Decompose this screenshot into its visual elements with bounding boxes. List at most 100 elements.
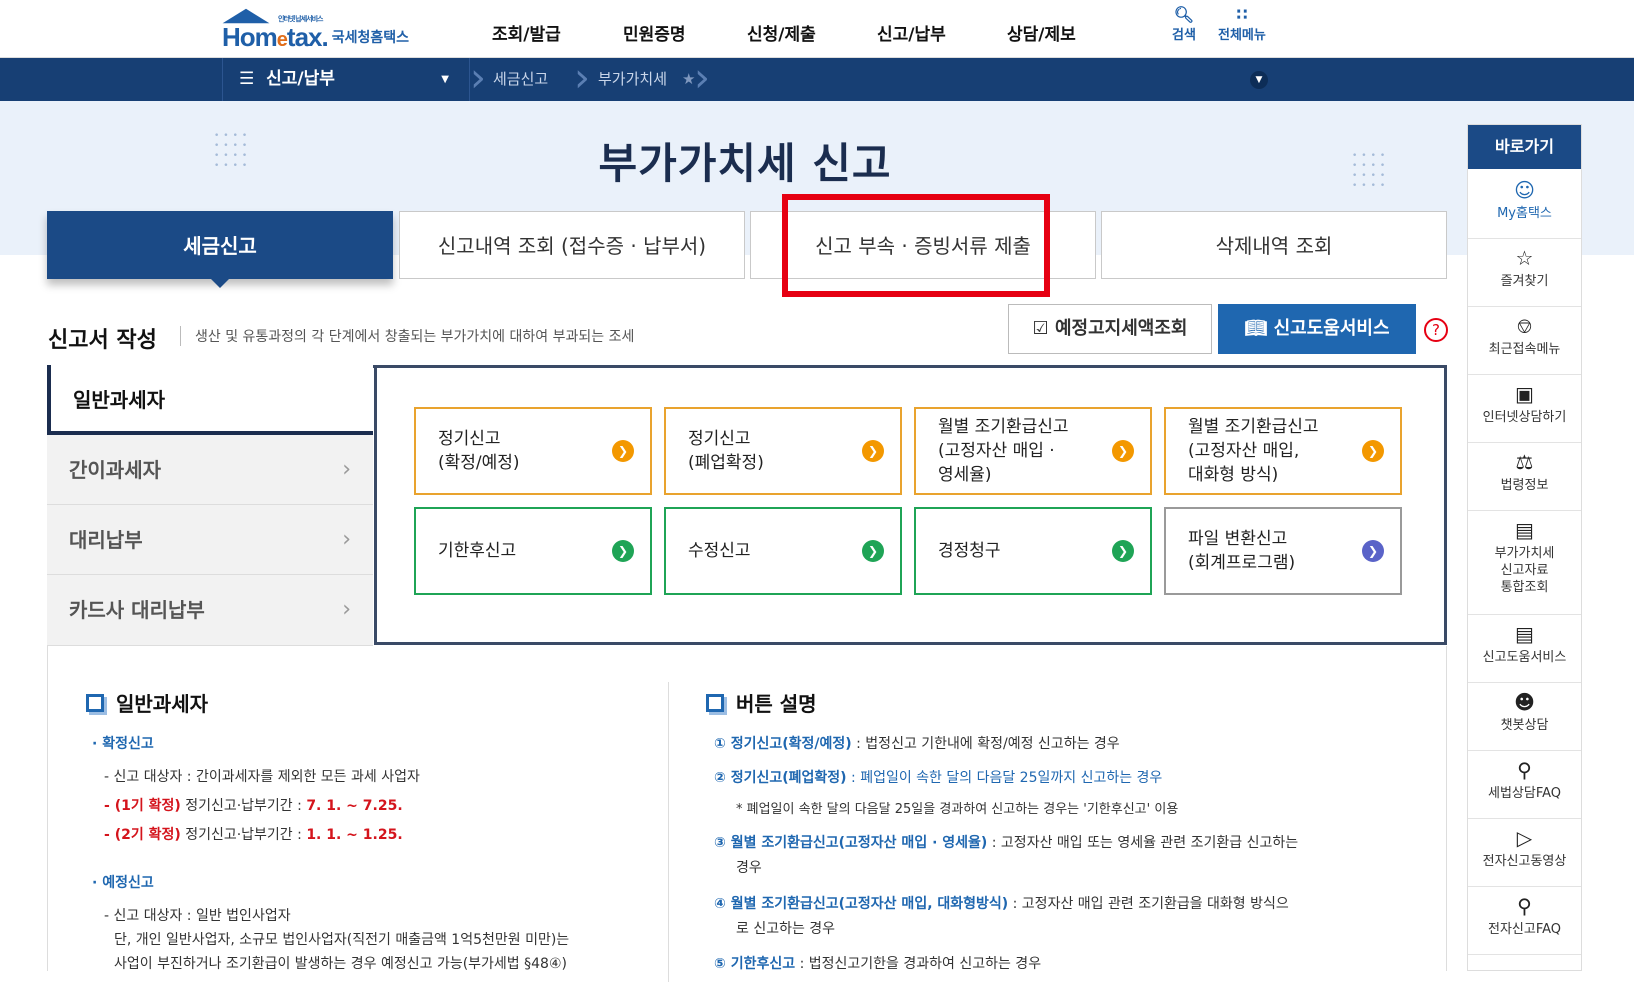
desc-item-2: ② 정기신고(폐업확정) : 폐업일이 속한 달의 다음달 25일까지 신고하는… <box>714 770 1163 786</box>
menu-certificate[interactable]: 민원증명 <box>623 20 686 45</box>
menu-consult[interactable]: 상담/제보 <box>1007 20 1076 45</box>
quick-recent-menu[interactable]: ⎊ 최근접속메뉴 <box>1468 315 1581 375</box>
breadcrumb-separator: › <box>470 55 486 101</box>
quick-tax-faq[interactable]: ⚲ 세법상담FAQ <box>1468 759 1581 819</box>
card-regular-report[interactable]: 정기신고 (확정/예정) ❯ <box>414 407 652 495</box>
quick-online-consult[interactable]: ▣ 인터넷상담하기 <box>1468 383 1581 443</box>
chat-bubble-icon: ⚲ <box>1517 894 1532 918</box>
side-general-taxpayer[interactable]: 일반과세자 <box>47 365 373 435</box>
confirm-target-text: - 신고 대상자 : 간이과세자를 제외한 모든 과세 사업자 <box>104 769 420 785</box>
pre-exception-text-2: 사업이 부진하거나 조기환급이 발생하는 경우 예정신고 가능(부가세법 §48… <box>114 956 567 972</box>
button-description-heading: 버튼 설명 <box>706 688 817 717</box>
quick-chatbot[interactable]: ☻ 챗봇상담 <box>1468 691 1581 751</box>
general-taxpayer-heading: 일반과세자 <box>86 688 208 717</box>
category-dropdown[interactable]: ☰ 신고/납부 ▼ <box>222 58 470 101</box>
breadcrumb-tax-report[interactable]: 세금신고 <box>493 58 548 101</box>
quick-e-report-video[interactable]: ▷ 전자신고동영상 <box>1468 827 1581 887</box>
arrow-right-icon: ❯ <box>612 540 634 562</box>
card-file-conversion[interactable]: 파일 변환신고 (회계프로그램) ❯ <box>1164 507 1402 595</box>
grid-icon: ∷ <box>1236 5 1248 24</box>
desc-item-5: ⑤ 기한후신고 : 법정신고기한을 경과하여 신고하는 경우 <box>714 956 1042 972</box>
arrow-right-icon: ❯ <box>612 440 634 462</box>
play-icon: ▷ <box>1516 826 1533 850</box>
star-icon: ☆ <box>1515 246 1534 270</box>
menu-apply[interactable]: 신청/제출 <box>747 20 816 45</box>
logo-korean-text: 국세청홈택스 <box>331 30 409 46</box>
recent-search-icon: ⎊ <box>1516 314 1533 338</box>
book-open-icon: ▤ <box>1515 622 1534 646</box>
desc-item-3-cont: 경우 <box>736 860 762 876</box>
checkbox-icon: ☑ <box>1032 318 1055 339</box>
dropdown-arrow-icon: ▼ <box>441 74 449 85</box>
desc-item-4-cont: 로 신고하는 경우 <box>736 921 836 937</box>
square-bullet-icon <box>706 693 724 712</box>
tab-deleted-history[interactable]: 삭제내역 조회 <box>1101 211 1447 279</box>
help-icon[interactable]: ? <box>1424 318 1448 342</box>
desc-item-3: ③ 월별 조기환급신고(고정자산 매입 · 영세율) : 고정자산 매입 또는 … <box>714 835 1299 851</box>
card-closure-report[interactable]: 정기신고 (폐업확정) ❯ <box>664 407 902 495</box>
confirm-report-heading: · 확정신고 <box>92 736 154 752</box>
chevron-right-icon: › <box>342 457 351 482</box>
breadcrumb-vat[interactable]: 부가가치세 <box>598 58 667 101</box>
book-icon: ▤ <box>1515 518 1534 542</box>
quick-menu: 바로가기 ☺︎ My홈택스 ☆ 즐겨찾기 ⎊ 최근접속메뉴 ▣ 인터넷상담하기 ⚖ 법령정… <box>1467 124 1582 971</box>
arrow-right-icon: ❯ <box>1112 440 1134 462</box>
card-amended-report[interactable]: 수정신고 ❯ <box>664 507 902 595</box>
chat-bubble-icon: ⚲ <box>1517 758 1532 782</box>
desc-item-4: ④ 월별 조기환급신고(고정자산 매입, 대화형방식) : 고정자산 매입 관련… <box>714 896 1289 912</box>
search-button[interactable]: 🔍︎ 검색 <box>1172 5 1196 44</box>
column-divider <box>668 682 669 982</box>
quick-favorites[interactable]: ☆ 즐겨찾기 <box>1468 247 1581 307</box>
arrow-right-icon: ❯ <box>1362 540 1384 562</box>
all-menu-button[interactable]: ∷ 전체메뉴 <box>1218 5 1266 44</box>
page-title: 부가가치세 신고 <box>598 139 892 188</box>
chevron-right-icon: › <box>342 597 351 622</box>
section-title: 신고서 작성 <box>48 328 157 353</box>
arrow-right-icon: ❯ <box>862 540 884 562</box>
arrow-right-icon: ❯ <box>862 440 884 462</box>
menu-inquiry[interactable]: 조회/발급 <box>492 20 561 45</box>
top-header: Hometax. 인터넷 납세서비스 국세청홈택스 조회/발급 민원증명 신청/제… <box>0 0 1634 58</box>
period-1-text: - (1기 확정) 정기신고·납부기간 : 7. 1. ~ 7.25. <box>104 798 403 814</box>
square-bullet-icon <box>86 693 104 712</box>
pre-report-heading: · 예정신고 <box>92 875 154 891</box>
desc-item-1: ① 정기신고(확정/예정) : 법정신고 기한내에 확정/예정 신고하는 경우 <box>714 736 1120 752</box>
card-early-refund-interactive[interactable]: 월별 조기환급신고 (고정자산 매입, 대화형 방식) ❯ <box>1164 407 1402 495</box>
logo-wordmark: Hometax. 인터넷 납세서비스 <box>222 8 329 53</box>
quick-menu-title: 바로가기 <box>1468 125 1581 169</box>
expand-breadcrumb-icon[interactable]: ▼ <box>1250 71 1268 89</box>
menu-report-pay[interactable]: 신고/납부 <box>877 20 946 45</box>
quick-law-info[interactable]: ⚖ 법령정보 <box>1468 451 1581 511</box>
monitor-icon: ▣ <box>1515 382 1534 406</box>
gavel-icon: ⚖ <box>1515 450 1534 474</box>
card-early-refund-zero-rate[interactable]: 월별 조기환급신고 (고정자산 매입 · 영세율) ❯ <box>914 407 1152 495</box>
pre-exception-text: 단, 개인 일반사업자, 소규모 법인사업자(직전기 매출금액 1억5천만원 미… <box>114 932 570 948</box>
quick-report-help[interactable]: ▤ 신고도움서비스 <box>1468 623 1581 683</box>
card-correction-claim[interactable]: 경정청구 ❯ <box>914 507 1152 595</box>
pre-target-text: - 신고 대상자 : 일반 법인사업자 <box>104 908 291 924</box>
tab-tax-report[interactable]: 세금신고 <box>47 211 393 288</box>
arrow-right-icon: ❯ <box>1362 440 1384 462</box>
desc-item-2-note: * 폐업일이 속한 달의 다음달 25일을 경과하여 신고하는 경우는 '기한후… <box>736 802 1179 817</box>
quick-vat-data[interactable]: ▤ 부가가치세 신고자료 통합조회 <box>1468 519 1581 615</box>
side-simple-taxpayer[interactable]: 간이과세자 › <box>47 435 373 505</box>
breadcrumb-bar: ☰ 신고/납부 ▼ › 세금신고 › 부가가치세 ★ › ▼ <box>0 58 1634 101</box>
side-card-proxy-payment[interactable]: 카드사 대리납부 › <box>47 575 373 646</box>
prenotice-tax-button[interactable]: ☑ 예정고지세액조회 <box>1008 304 1212 354</box>
section-description: 생산 및 유통과정의 각 단계에서 창출되는 부가가치에 대하여 부과되는 조세 <box>180 326 634 346</box>
side-proxy-payment[interactable]: 대리납부 › <box>47 505 373 575</box>
hometax-logo[interactable]: Hometax. 인터넷 납세서비스 국세청홈택스 <box>222 8 409 53</box>
quick-e-report-faq[interactable]: ⚲ 전자신고FAQ <box>1468 895 1581 955</box>
search-icon: 🔍︎ <box>1173 5 1195 24</box>
report-help-button[interactable]: 📖︎ 신고도움서비스 <box>1218 304 1416 354</box>
user-icon: ☺︎ <box>1514 178 1535 202</box>
arrow-right-icon: ❯ <box>1112 540 1134 562</box>
breadcrumb-separator: › <box>694 55 710 101</box>
chevron-right-icon: › <box>342 527 351 552</box>
chatbot-icon: ☻ <box>1514 690 1535 714</box>
card-late-report[interactable]: 기한후신고 ❯ <box>414 507 652 595</box>
highlight-box <box>782 194 1050 297</box>
tab-report-history[interactable]: 신고내역 조회 (접수증 · 납부서) <box>399 211 745 279</box>
breadcrumb-separator: › <box>574 55 590 101</box>
quick-my-hometax[interactable]: ☺︎ My홈택스 <box>1468 179 1581 239</box>
